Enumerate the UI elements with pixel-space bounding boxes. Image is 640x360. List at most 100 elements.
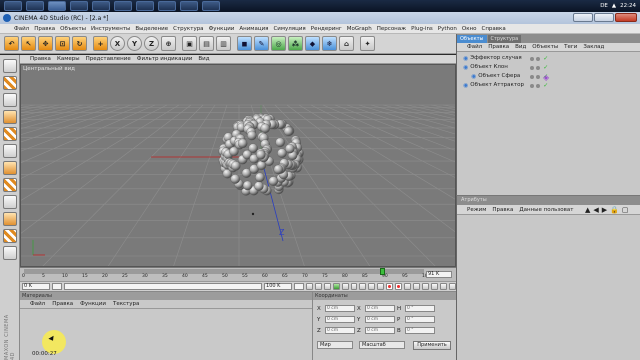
menu-item[interactable]: Инструменты — [91, 26, 130, 32]
object-name[interactable]: Эффектор случая — [470, 54, 528, 63]
materials-menu-item[interactable]: Файл — [30, 301, 45, 307]
timeline-current-frame-marker[interactable] — [380, 268, 385, 275]
coordinate-size-select[interactable]: Масштаб — [359, 341, 405, 349]
object-name[interactable]: Объект Аттрактор — [470, 81, 528, 90]
minimize-button[interactable] — [573, 13, 593, 22]
materials-menu-item[interactable]: Правка — [52, 301, 73, 307]
menu-item[interactable]: Окно — [462, 26, 477, 32]
object-name[interactable]: Объект Сфера — [478, 72, 528, 81]
attributes-menu-item[interactable]: Режим — [467, 207, 486, 213]
maximize-button[interactable] — [594, 13, 614, 22]
world-coords-icon[interactable]: ⊕ — [161, 36, 176, 51]
visibility-render-icon[interactable] — [536, 83, 541, 88]
next-frame-icon[interactable] — [341, 283, 349, 290]
menu-item[interactable]: Правка — [34, 26, 55, 32]
object-row[interactable]: ◉ Эффектор случая ✓ — [457, 54, 640, 63]
select-icon[interactable]: ↖ — [21, 36, 36, 51]
taskbar-firefox-button[interactable] — [70, 1, 88, 11]
array-icon[interactable]: ⁂ — [288, 36, 303, 51]
rotate-icon[interactable]: ↻ — [72, 36, 87, 51]
menu-item[interactable]: Файл — [14, 26, 29, 32]
menu-item[interactable]: Функции — [209, 26, 235, 32]
enabled-check-icon[interactable]: ✓ — [543, 81, 548, 90]
cube-icon[interactable]: ◼ — [237, 36, 252, 51]
apply-button[interactable]: Применить — [413, 341, 451, 350]
tray-icon[interactable]: ▲ — [612, 3, 616, 9]
visibility-render-icon[interactable] — [536, 74, 541, 79]
viewport-menu-item[interactable]: Вид — [198, 56, 209, 62]
object-row[interactable]: ◉ Объект Клон ✓ — [457, 63, 640, 72]
render-settings-icon[interactable]: ▥ — [216, 36, 231, 51]
visibility-editor-icon[interactable] — [530, 83, 535, 88]
timeline[interactable]: 0510152025303540455055606570758085909510… — [20, 267, 456, 281]
coordinate-mode-select[interactable]: Мир — [317, 341, 353, 349]
viewport-canvas[interactable]: Z — [21, 65, 456, 267]
prev-key-icon[interactable] — [314, 283, 322, 290]
attributes-menu-item[interactable]: Правка — [492, 207, 513, 213]
objects-menu-item[interactable]: Заклад — [583, 44, 604, 50]
menu-item[interactable]: Анимация — [239, 26, 268, 32]
grid-icon[interactable] — [2, 212, 17, 226]
timeline-end-frame[interactable]: 91 K — [426, 271, 452, 278]
texture-icon[interactable] — [2, 127, 17, 141]
taskbar-media-button[interactable] — [136, 1, 154, 11]
objects-menu-item[interactable]: Правка — [488, 44, 509, 50]
axis-icon[interactable] — [2, 144, 17, 158]
visibility-editor-icon[interactable] — [530, 74, 535, 79]
new-view-icon[interactable]: ▢ — [622, 206, 629, 214]
materials-menu-item[interactable]: Текстура — [113, 301, 139, 307]
object-row[interactable]: ◉ Объект Аттрактор ✓ — [457, 81, 640, 90]
visibility-editor-icon[interactable] — [530, 65, 535, 70]
object-name[interactable]: Объект Клон — [470, 63, 528, 72]
rotation-field[interactable]: 0 ° — [405, 327, 435, 334]
objects-menu-item[interactable]: Объекты — [532, 44, 558, 50]
move-icon[interactable]: ✥ — [38, 36, 53, 51]
rotation-field[interactable]: 0 ° — [405, 305, 435, 312]
size-field[interactable]: 0 cm — [365, 305, 395, 312]
taskbar-cinema4d-button[interactable] — [158, 1, 176, 11]
menu-item[interactable]: Рендеринг — [311, 26, 342, 32]
viewport-menu-item[interactable]: Камеры — [57, 56, 80, 62]
viewport-menu-item[interactable]: Фильтр индикации — [137, 56, 193, 62]
frame-step-field[interactable] — [51, 283, 62, 290]
key-rotation-icon[interactable] — [413, 283, 421, 290]
key-position-icon[interactable] — [377, 283, 385, 290]
forward-arrow-icon[interactable]: ▶ — [602, 206, 607, 214]
taskbar-app-button[interactable] — [48, 1, 66, 11]
edges-icon[interactable] — [2, 93, 17, 107]
x-axis-icon[interactable]: X — [110, 36, 125, 51]
menu-item[interactable]: MoGraph — [347, 26, 372, 32]
taskbar-app2-button[interactable] — [202, 1, 220, 11]
taskbar-recorder-button[interactable] — [180, 1, 198, 11]
render-picture-icon[interactable]: ▤ — [199, 36, 214, 51]
objects-menu-item[interactable]: Теги — [564, 44, 577, 50]
menu-item[interactable]: Справка — [482, 26, 506, 32]
end-frame-field[interactable]: 100 K — [264, 283, 292, 290]
objects-menu-item[interactable]: Файл — [467, 44, 482, 50]
deformer-icon[interactable]: ◆ — [305, 36, 320, 51]
key-pla-icon[interactable] — [440, 283, 447, 290]
render-view-icon[interactable]: ▣ — [182, 36, 197, 51]
keyframe-selection-icon[interactable] — [404, 283, 412, 290]
tweak-icon[interactable] — [2, 161, 17, 175]
menu-item[interactable]: Персонаж — [377, 26, 406, 32]
sculpt-icon[interactable] — [2, 246, 17, 260]
objects-tab[interactable]: Структура — [487, 35, 522, 43]
taskbar-start-button[interactable] — [4, 1, 22, 11]
position-field[interactable]: 0 cm — [325, 327, 355, 334]
enabled-check-icon[interactable]: ✓ — [543, 63, 548, 72]
size-field[interactable]: 0 cm — [365, 316, 395, 323]
objects-tab[interactable]: Объекты — [457, 35, 487, 43]
close-button[interactable] — [615, 13, 637, 22]
workplane-icon[interactable] — [2, 195, 17, 209]
visibility-render-icon[interactable] — [536, 65, 541, 70]
pen-icon[interactable]: ✎ — [254, 36, 269, 51]
sphere-tag-icon[interactable]: ◈ — [543, 73, 549, 82]
lock-icon[interactable]: 🔒 — [610, 206, 619, 214]
go-to-start-icon[interactable] — [305, 283, 313, 290]
menu-item[interactable]: Структура — [173, 26, 203, 32]
position-field[interactable]: 0 cm — [325, 316, 355, 323]
snap-icon[interactable] — [2, 178, 17, 192]
start-frame-field[interactable]: 0 K — [22, 283, 50, 290]
clock[interactable]: 22:24 — [620, 3, 636, 9]
